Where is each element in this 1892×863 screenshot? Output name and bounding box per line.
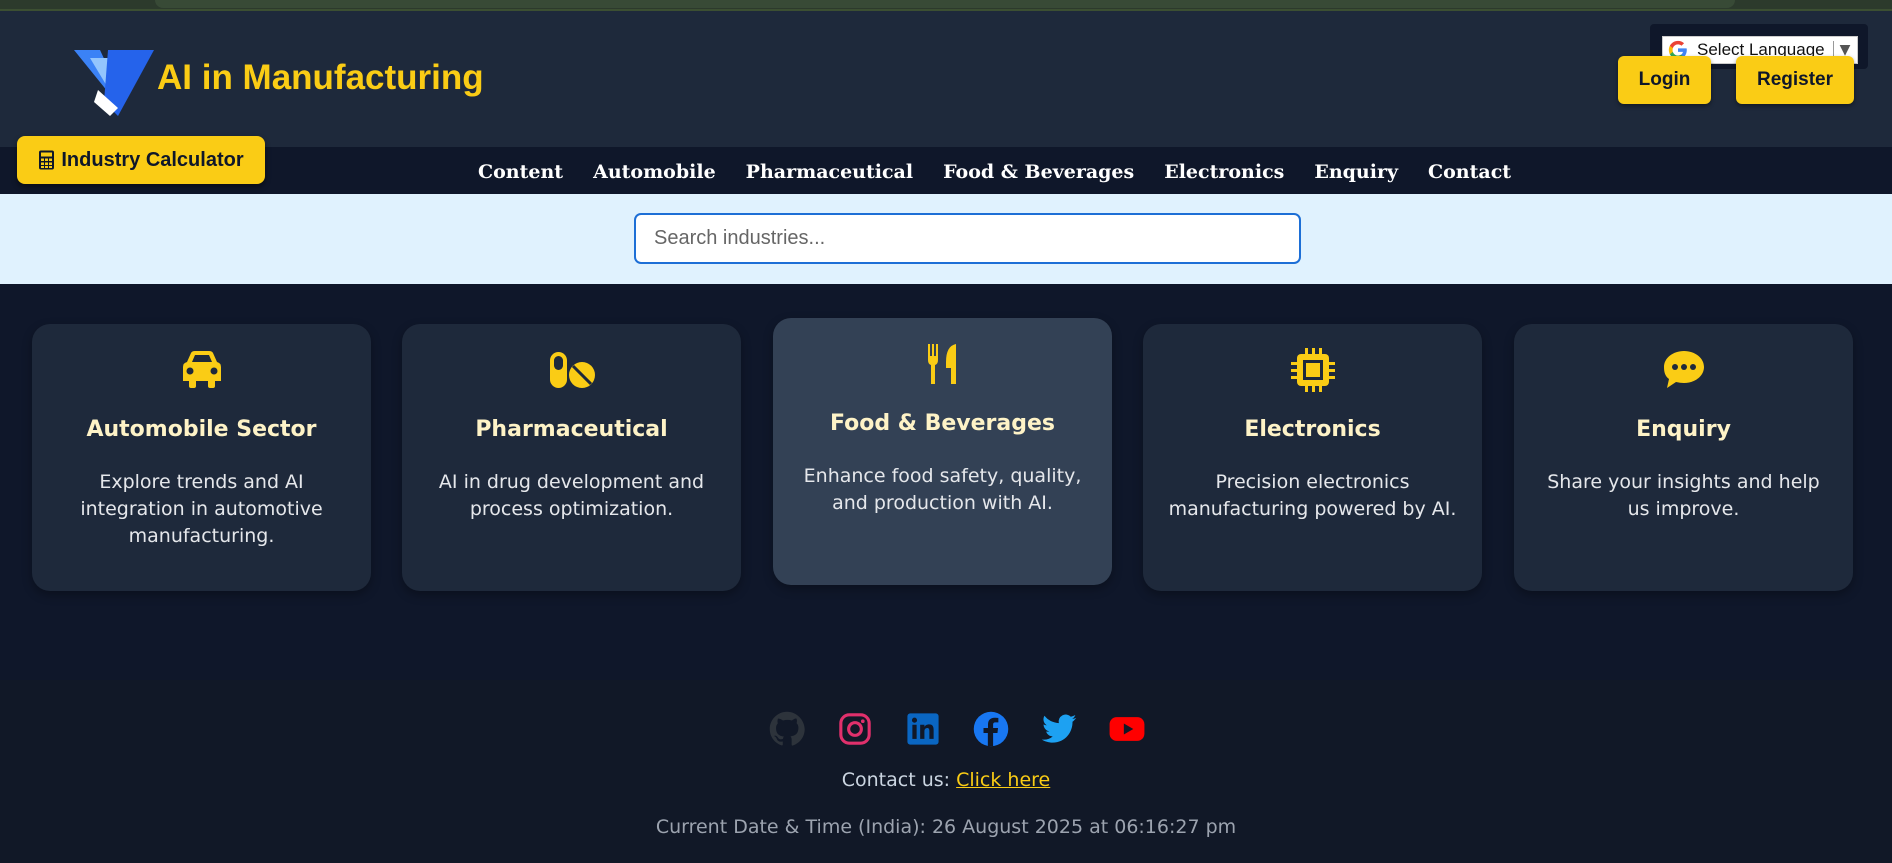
nav-item-content[interactable]: Content bbox=[478, 161, 563, 183]
card-automobile[interactable]: Automobile Sector Explore trends and AI … bbox=[32, 324, 371, 591]
twitter-icon[interactable] bbox=[1040, 710, 1078, 748]
microchip-icon bbox=[1290, 348, 1335, 392]
card-food-beverages[interactable]: Food & Beverages Enhance food safety, qu… bbox=[773, 318, 1112, 585]
browser-top-strip-inner bbox=[155, 0, 1735, 8]
card-title: Automobile Sector bbox=[86, 417, 317, 442]
calculator-icon bbox=[39, 150, 55, 170]
search-input[interactable] bbox=[634, 213, 1301, 264]
site-brand-title[interactable]: AI in Manufacturing bbox=[157, 58, 484, 98]
social-links bbox=[768, 710, 1176, 748]
nav-item-food-beverages[interactable]: Food & Beverages bbox=[943, 161, 1134, 183]
card-description: Enhance food safety, quality, and produc… bbox=[803, 465, 1082, 514]
utensils-icon bbox=[927, 344, 956, 384]
nav-links: Content Automobile Pharmaceutical Food &… bbox=[478, 161, 1541, 183]
industry-calculator-button[interactable]: Industry Calculator bbox=[17, 136, 265, 184]
card-title: Food & Beverages bbox=[829, 411, 1056, 436]
card-description: Share your insights and help us improve. bbox=[1547, 471, 1820, 520]
instagram-icon[interactable] bbox=[836, 710, 874, 748]
card-description: AI in drug development and process optim… bbox=[438, 471, 705, 520]
card-description: Precision electronics manufacturing powe… bbox=[1168, 471, 1457, 520]
footer-datetime: Current Date & Time (India): 26 August 2… bbox=[655, 816, 1237, 838]
card-title: Pharmaceutical bbox=[475, 417, 668, 442]
pills-icon bbox=[549, 352, 595, 388]
nav-item-contact[interactable]: Contact bbox=[1428, 161, 1511, 183]
card-title: Electronics bbox=[1244, 417, 1381, 442]
nav-item-electronics[interactable]: Electronics bbox=[1164, 161, 1284, 183]
card-enquiry[interactable]: Enquiry Share your insights and help us … bbox=[1514, 324, 1853, 591]
comment-icon bbox=[1663, 351, 1704, 388]
car-icon bbox=[182, 351, 221, 388]
login-button[interactable]: Login bbox=[1618, 56, 1711, 104]
nav-item-enquiry[interactable]: Enquiry bbox=[1314, 161, 1398, 183]
youtube-icon[interactable] bbox=[1108, 710, 1146, 748]
contact-link[interactable]: Click here bbox=[956, 769, 1050, 791]
browser-top-strip bbox=[0, 0, 1892, 11]
register-button[interactable]: Register bbox=[1736, 56, 1854, 104]
vt-logo-icon[interactable] bbox=[74, 50, 154, 116]
contact-prefix: Contact us: bbox=[841, 769, 951, 791]
nav-item-pharmaceutical[interactable]: Pharmaceutical bbox=[746, 161, 913, 183]
card-electronics[interactable]: Electronics Precision electronics manufa… bbox=[1143, 324, 1482, 591]
linkedin-icon[interactable] bbox=[904, 710, 942, 748]
facebook-icon[interactable] bbox=[972, 710, 1010, 748]
card-description: Explore trends and AI integration in aut… bbox=[80, 471, 323, 547]
card-pharmaceutical[interactable]: Pharmaceutical AI in drug development an… bbox=[402, 324, 741, 591]
industry-calculator-label: Industry Calculator bbox=[61, 148, 244, 171]
nav-item-automobile[interactable]: Automobile bbox=[593, 161, 716, 183]
footer-contact: Contact us: Click here bbox=[0, 769, 1892, 791]
github-icon[interactable] bbox=[768, 710, 806, 748]
card-title: Enquiry bbox=[1636, 417, 1731, 442]
